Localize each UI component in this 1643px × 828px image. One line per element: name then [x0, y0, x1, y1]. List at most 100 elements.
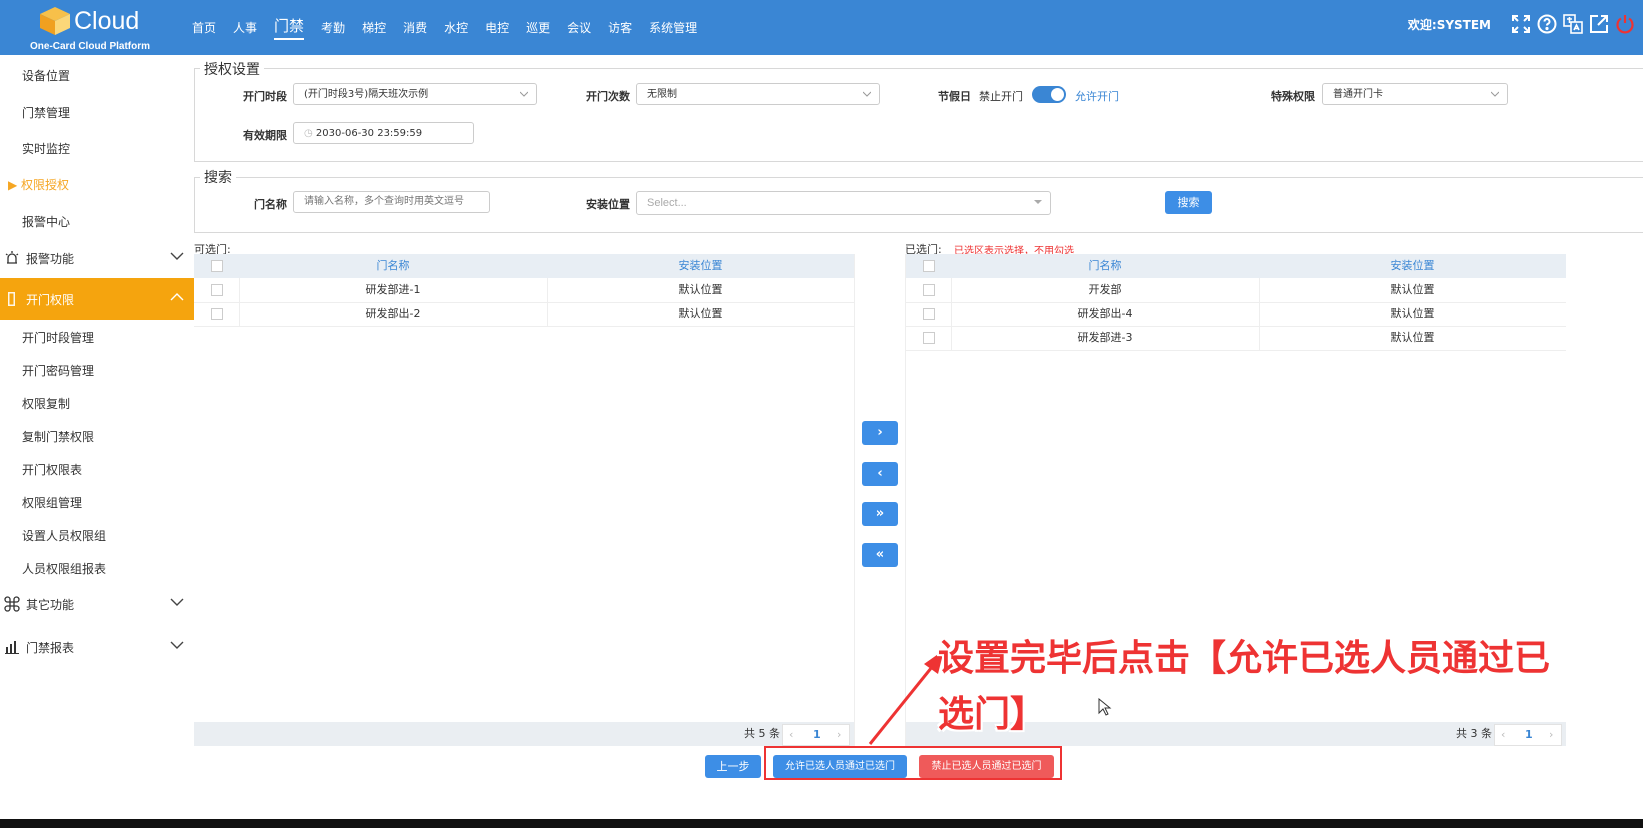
table-header: 门名称 安装位置 [906, 254, 1566, 278]
sidebar-group-other[interactable]: 其它功能 [0, 583, 194, 625]
sidebar-item-period-management[interactable]: 开门时段管理 [22, 329, 94, 346]
count-select[interactable]: 无限制 [636, 83, 880, 105]
holiday-toggle[interactable] [1032, 86, 1066, 103]
select-all-checkbox[interactable] [211, 260, 223, 272]
period-label: 开门时段 [243, 90, 287, 103]
power-icon[interactable] [1615, 14, 1635, 34]
column-header-name: 门名称 [376, 259, 410, 272]
cube-logo-icon [40, 7, 70, 35]
door-icon [8, 292, 15, 306]
chevron-up-icon [170, 293, 184, 301]
row-checkbox[interactable] [211, 308, 223, 320]
sidebar-item-realtime-monitor[interactable]: 实时监控 [22, 140, 70, 157]
sidebar-item-set-person-group[interactable]: 设置人员权限组 [22, 527, 106, 544]
sidebar-item-password-management[interactable]: 开门密码管理 [22, 362, 94, 379]
chevron-down-icon [520, 91, 528, 97]
nav-consumption[interactable]: 消费 [403, 19, 427, 36]
sidebar-item-alarm-center[interactable]: 报警中心 [22, 213, 70, 230]
fullscreen-icon[interactable] [1511, 14, 1531, 34]
mouse-cursor-icon [1098, 698, 1112, 716]
help-icon[interactable] [1537, 14, 1557, 34]
count-label: 开门次数 [586, 90, 630, 103]
holiday-off-text: 禁止开门 [979, 90, 1023, 103]
door-name-input[interactable] [293, 191, 490, 213]
chevron-down-icon [170, 641, 184, 649]
period-select[interactable]: (开门时段3号)隔天班次示例 [293, 83, 537, 105]
special-select[interactable]: 普通开门卡 [1322, 83, 1508, 105]
nav-system[interactable]: 系统管理 [649, 19, 697, 36]
sidebar-item-group-report[interactable]: 人员权限组报表 [22, 560, 106, 577]
sidebar-item-copy-door-permission[interactable]: 复制门禁权限 [22, 428, 94, 445]
move-all-left-button[interactable]: « [862, 543, 898, 567]
door-name-cell: 研发部出-4 [1077, 307, 1133, 320]
bottom-bar [0, 819, 1643, 828]
move-left-button[interactable]: ‹ [862, 462, 898, 486]
nav-meeting[interactable]: 会议 [567, 19, 591, 36]
special-value: 普通开门卡 [1333, 89, 1383, 100]
sidebar-item-permission-table[interactable]: 开门权限表 [22, 461, 82, 478]
location-cell: 默认位置 [1390, 331, 1435, 344]
move-all-right-button[interactable]: » [862, 502, 898, 526]
sidebar-item-permission-copy[interactable]: 权限复制 [22, 395, 70, 412]
welcome-text: 欢迎:SYSTEM [1407, 17, 1491, 32]
annotation-text: 设置完毕后点击【允许已选人员通过已选门】 [938, 638, 1551, 735]
table-row[interactable]: 开发部 默认位置 [906, 278, 1566, 303]
nav-attendance[interactable]: 考勤 [321, 19, 345, 36]
holiday-on-text: 允许开门 [1075, 90, 1119, 103]
nav-home[interactable]: 首页 [192, 19, 216, 36]
row-checkbox[interactable] [211, 284, 223, 296]
row-checkbox[interactable] [923, 284, 935, 296]
annotation-highlight-box [764, 746, 1062, 780]
location-cell: 默认位置 [1390, 307, 1435, 320]
prev-page-icon[interactable]: ‹ [789, 725, 793, 745]
nav-personnel[interactable]: 人事 [233, 19, 257, 36]
search-legend: 搜索 [200, 167, 236, 187]
sidebar-item-device-location[interactable]: 设备位置 [22, 67, 70, 84]
sidebar-group-alarm[interactable]: 报警功能 [0, 237, 194, 279]
nav-electric[interactable]: 电控 [485, 19, 509, 36]
chevron-down-icon [170, 252, 184, 260]
table-row[interactable]: 研发部进-3 默认位置 [906, 326, 1566, 351]
prev-step-button[interactable]: 上一步 [705, 755, 761, 778]
sidebar-group-reports[interactable]: 门禁报表 [0, 626, 194, 668]
nav-elevator[interactable]: 梯控 [362, 19, 386, 36]
nav-access-control[interactable]: 门禁 [274, 15, 305, 40]
external-link-icon[interactable] [1589, 14, 1609, 34]
sidebar-item-label: 权限授权 [21, 178, 70, 192]
top-header: Cloud One-Card Cloud Platform 首页 人事 门禁 考… [0, 0, 1643, 55]
sidebar-item-door-management[interactable]: 门禁管理 [22, 104, 70, 121]
sidebar-item-permission-auth[interactable]: ▶ 权限授权 [8, 176, 69, 193]
location-label: 安装位置 [586, 198, 630, 211]
alarm-icon [5, 251, 19, 264]
logo: Cloud One-Card Cloud Platform [30, 4, 160, 52]
translate-icon[interactable] [1563, 14, 1583, 34]
count-value: 无限制 [647, 89, 677, 100]
chevron-down-icon [1491, 91, 1499, 97]
caret-down-icon [1034, 200, 1042, 204]
nav-water[interactable]: 水控 [444, 19, 468, 36]
sidebar-group-label: 门禁报表 [26, 640, 75, 655]
table-row[interactable]: 研发部进-1 默认位置 [194, 278, 854, 303]
column-header-location: 安装位置 [678, 259, 723, 272]
table-row[interactable]: 研发部出-4 默认位置 [906, 302, 1566, 327]
sidebar: 设备位置 门禁管理 实时监控 ▶ 权限授权 报警中心 报警功能 开门权限 开门时… [0, 55, 194, 819]
next-page-icon[interactable]: › [837, 725, 841, 745]
sidebar-group-label: 报警功能 [26, 251, 75, 266]
select-all-checkbox[interactable] [923, 260, 935, 272]
move-right-button[interactable]: › [862, 421, 898, 445]
table-row[interactable]: 研发部出-2 默认位置 [194, 302, 854, 327]
sidebar-item-permission-group[interactable]: 权限组管理 [22, 494, 82, 511]
row-checkbox[interactable] [923, 332, 935, 344]
nav-patrol[interactable]: 巡更 [526, 19, 550, 36]
location-cell: 默认位置 [678, 283, 723, 296]
search-button[interactable]: 搜索 [1165, 191, 1212, 214]
nav-visitor[interactable]: 访客 [608, 19, 632, 36]
pagination[interactable]: ‹ 1 › [782, 724, 850, 746]
location-select[interactable]: Select... [636, 191, 1051, 215]
table-header: 门名称 安装位置 [194, 254, 854, 278]
row-checkbox[interactable] [923, 308, 935, 320]
sidebar-group-door-permission[interactable]: 开门权限 [0, 278, 194, 320]
valid-date-input[interactable]: ◷ 2030-06-30 23:59:59 [293, 122, 474, 144]
special-label: 特殊权限 [1271, 90, 1315, 103]
page-number[interactable]: 1 [813, 725, 821, 745]
